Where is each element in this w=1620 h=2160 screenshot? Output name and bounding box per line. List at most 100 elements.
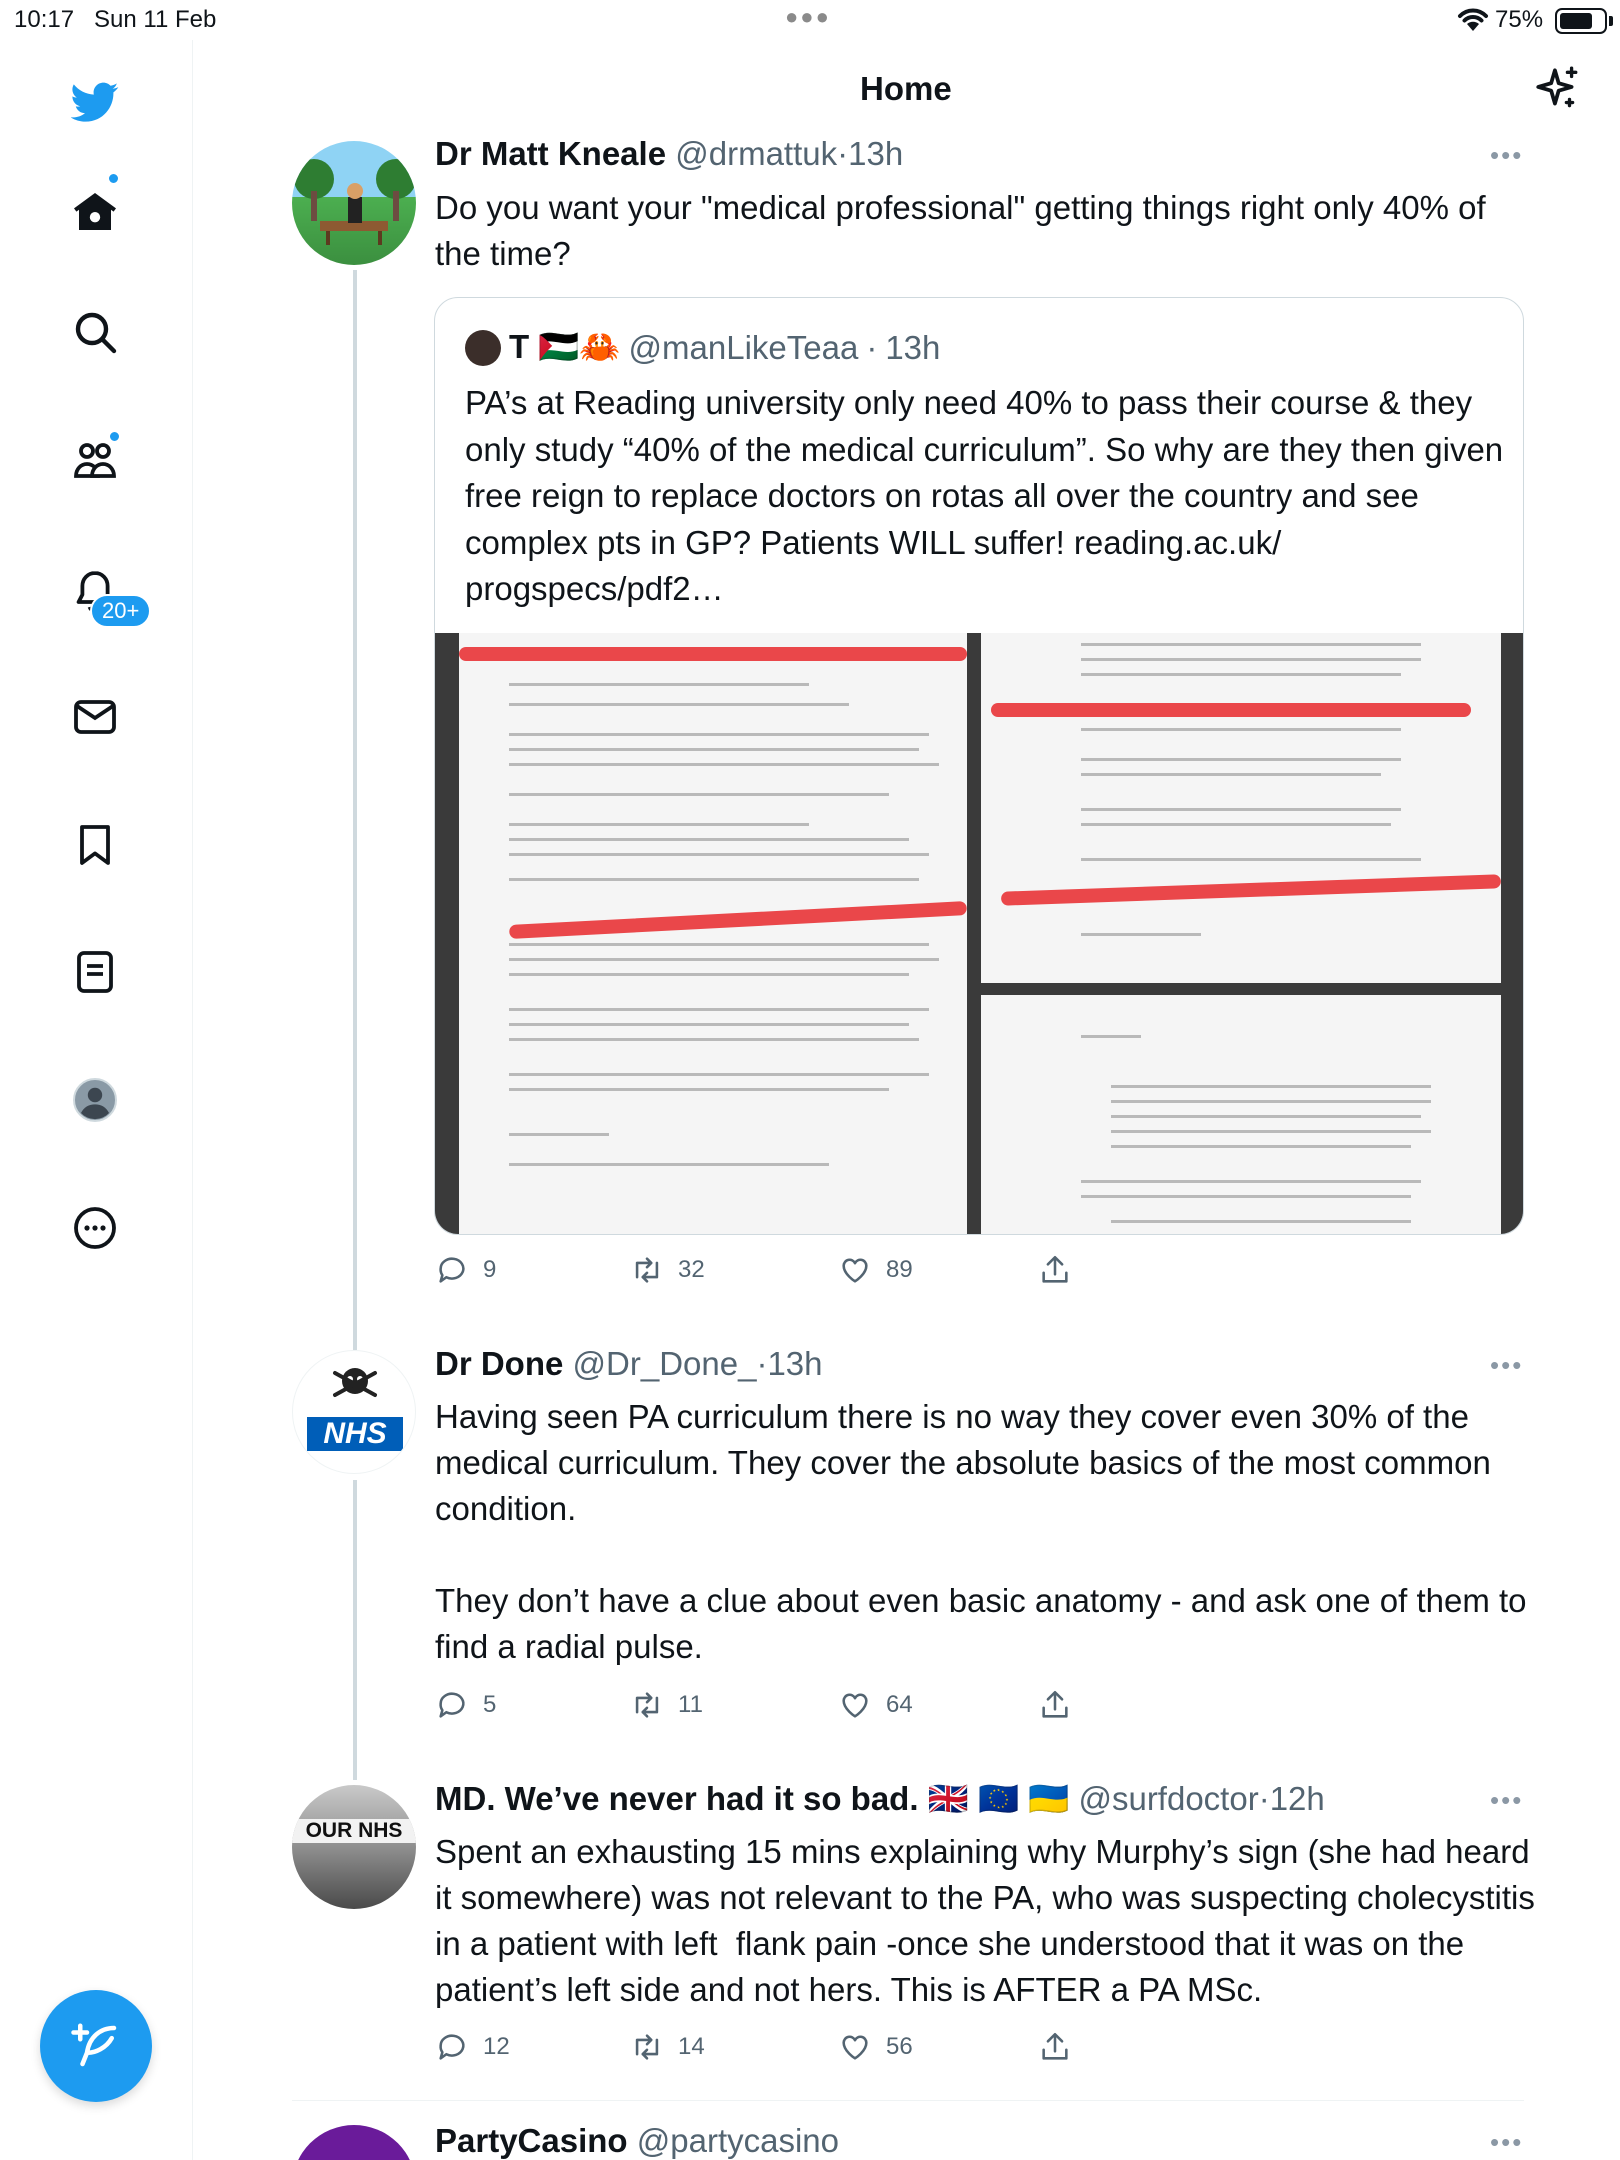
reply-count: 9 bbox=[483, 1256, 497, 1283]
twitter-logo-icon[interactable] bbox=[63, 70, 127, 134]
like-button[interactable]: 56 bbox=[838, 2030, 913, 2064]
status-bar: 10:17 Sun 11 Feb ●●● 75% bbox=[0, 0, 1620, 40]
notifications-badge: 20+ bbox=[90, 594, 152, 628]
media-image[interactable] bbox=[459, 633, 967, 1234]
battery-icon bbox=[1555, 8, 1607, 34]
reply-button[interactable]: 9 bbox=[435, 1253, 496, 1287]
quoted-tweet[interactable]: T 🇵🇸🦀 @manLikeTeaa · 13h PA’s at Reading u… bbox=[434, 297, 1524, 1235]
page-title: Home bbox=[860, 70, 952, 107]
compose-tweet-button[interactable] bbox=[40, 1990, 152, 2102]
author-name[interactable]: PartyCasino bbox=[435, 2122, 628, 2159]
redaction-mark bbox=[459, 647, 967, 661]
avatar[interactable]: NHS bbox=[292, 1350, 416, 1474]
tweet-header: MD. We’ve never had it so bad. 🇬🇧 🇪🇺 🇺🇦 … bbox=[435, 1780, 1325, 1819]
tweet-text: Having seen PA curriculum there is no wa… bbox=[435, 1398, 1527, 1665]
tweet-actions: 12 14 56 bbox=[435, 2030, 1135, 2070]
status-time: 10:17 bbox=[14, 6, 75, 33]
author-handle[interactable]: @surfdoctor bbox=[1078, 1780, 1258, 1817]
nav-bookmarks-icon[interactable] bbox=[63, 813, 127, 877]
retweet-icon bbox=[635, 1692, 659, 1718]
author-handle[interactable]: @partycasino bbox=[637, 2122, 839, 2159]
sidebar-nav: 20+ bbox=[0, 40, 193, 2160]
share-icon bbox=[1042, 1255, 1068, 1283]
quoted-tweet-header: T 🇵🇸🦀 @manLikeTeaa · 13h bbox=[465, 328, 940, 367]
author-name[interactable]: MD. We’ve never had it so bad. bbox=[435, 1780, 919, 1817]
nav-home-icon[interactable] bbox=[63, 180, 127, 244]
tweet-more-icon[interactable]: ••• bbox=[1490, 1785, 1523, 1816]
media-image[interactable] bbox=[981, 633, 1501, 983]
tweet-separator: · bbox=[1258, 1780, 1270, 1817]
tweet-header: Dr Done @Dr_Done_·13h bbox=[435, 1345, 823, 1383]
reply-count: 5 bbox=[483, 1691, 497, 1718]
avatar[interactable] bbox=[465, 329, 501, 366]
avatar[interactable]: OUR NHS bbox=[292, 1785, 416, 1909]
thread-connector bbox=[353, 1480, 357, 1780]
share-button[interactable] bbox=[1038, 1688, 1072, 1722]
share-button[interactable] bbox=[1038, 1253, 1072, 1287]
nav-messages-icon[interactable] bbox=[63, 685, 127, 749]
tweet-time[interactable]: 13h bbox=[885, 329, 940, 367]
media-image[interactable] bbox=[981, 995, 1501, 1234]
share-button[interactable] bbox=[1038, 2030, 1072, 2064]
tweet-separator: · bbox=[756, 1345, 768, 1382]
tweet-actions: 5 11 64 bbox=[435, 1688, 1135, 1728]
share-icon bbox=[1042, 2032, 1068, 2060]
quoted-tweet-media[interactable] bbox=[435, 633, 1523, 1234]
reply-button[interactable]: 12 bbox=[435, 2030, 510, 2064]
retweet-count: 32 bbox=[678, 1256, 705, 1283]
reply-count: 12 bbox=[483, 2033, 510, 2060]
retweet-count: 11 bbox=[678, 1691, 703, 1718]
avatar[interactable] bbox=[292, 141, 416, 265]
like-count: 89 bbox=[886, 1256, 913, 1283]
author-handle[interactable]: @Dr_Done_ bbox=[573, 1345, 757, 1382]
status-date: Sun 11 Feb bbox=[94, 6, 217, 33]
reply-icon bbox=[439, 1692, 465, 1718]
retweet-icon bbox=[635, 2034, 659, 2060]
author-handle[interactable]: @manLikeTeaa bbox=[629, 329, 859, 367]
nav-search-icon[interactable] bbox=[63, 300, 127, 364]
tweet-more-icon[interactable]: ••• bbox=[1490, 1350, 1523, 1381]
retweet-button[interactable]: 14 bbox=[630, 2030, 705, 2064]
author-name[interactable]: Dr Done bbox=[435, 1345, 563, 1382]
tweet-time[interactable]: 13h bbox=[767, 1345, 822, 1382]
tweet-more-icon[interactable]: ••• bbox=[1490, 2127, 1523, 2158]
battery-percent: 75% bbox=[1495, 6, 1544, 33]
like-count: 64 bbox=[886, 1691, 913, 1718]
tweet-separator: · bbox=[837, 135, 849, 172]
author-name[interactable]: Dr Matt Kneale bbox=[435, 135, 666, 172]
compose-feather-icon bbox=[71, 2023, 117, 2067]
heart-icon bbox=[842, 2035, 868, 2060]
reply-icon bbox=[439, 1257, 465, 1283]
retweet-icon bbox=[635, 1257, 659, 1283]
nav-more-icon[interactable] bbox=[63, 1196, 127, 1260]
tweet-actions: 9 32 89 bbox=[435, 1253, 1135, 1293]
redaction-mark bbox=[991, 703, 1471, 717]
author-handle[interactable]: @drmattuk bbox=[675, 135, 837, 172]
home-unread-dot bbox=[107, 172, 120, 185]
tweet-separator: · bbox=[866, 328, 878, 366]
like-button[interactable]: 89 bbox=[838, 1253, 913, 1287]
nav-profile-icon[interactable] bbox=[63, 1068, 127, 1132]
tweet-header: PartyCasino @partycasino bbox=[435, 2122, 839, 2160]
multitasking-dots-icon[interactable]: ●●● bbox=[785, 4, 831, 30]
tweet-time[interactable]: 13h bbox=[848, 135, 903, 172]
retweet-count: 14 bbox=[678, 2033, 705, 2060]
author-name[interactable]: T 🇵🇸🦀 bbox=[509, 328, 621, 367]
avatar-text: NHS bbox=[323, 1417, 387, 1450]
thread-connector bbox=[353, 270, 357, 1350]
author-flags: 🇬🇧 🇪🇺 🇺🇦 bbox=[927, 1780, 1070, 1817]
tweet-text: Spent an exhausting 15 mins explaining w… bbox=[435, 1833, 1545, 2008]
like-button[interactable]: 64 bbox=[838, 1688, 913, 1722]
avatar[interactable] bbox=[292, 2125, 416, 2160]
heart-icon bbox=[842, 1693, 868, 1718]
timeline-sparkle-icon[interactable] bbox=[1532, 64, 1582, 114]
like-count: 56 bbox=[886, 2033, 913, 2060]
tweet-time[interactable]: 12h bbox=[1270, 1780, 1325, 1817]
retweet-button[interactable]: 11 bbox=[630, 1688, 703, 1722]
redaction-mark bbox=[1000, 874, 1501, 906]
tweet-more-icon[interactable]: ••• bbox=[1490, 140, 1523, 171]
reply-button[interactable]: 5 bbox=[435, 1688, 496, 1722]
quoted-tweet-text: PA’s at Reading university only need 40%… bbox=[465, 384, 1504, 607]
nav-lists-icon[interactable] bbox=[63, 940, 127, 1004]
retweet-button[interactable]: 32 bbox=[630, 1253, 705, 1287]
